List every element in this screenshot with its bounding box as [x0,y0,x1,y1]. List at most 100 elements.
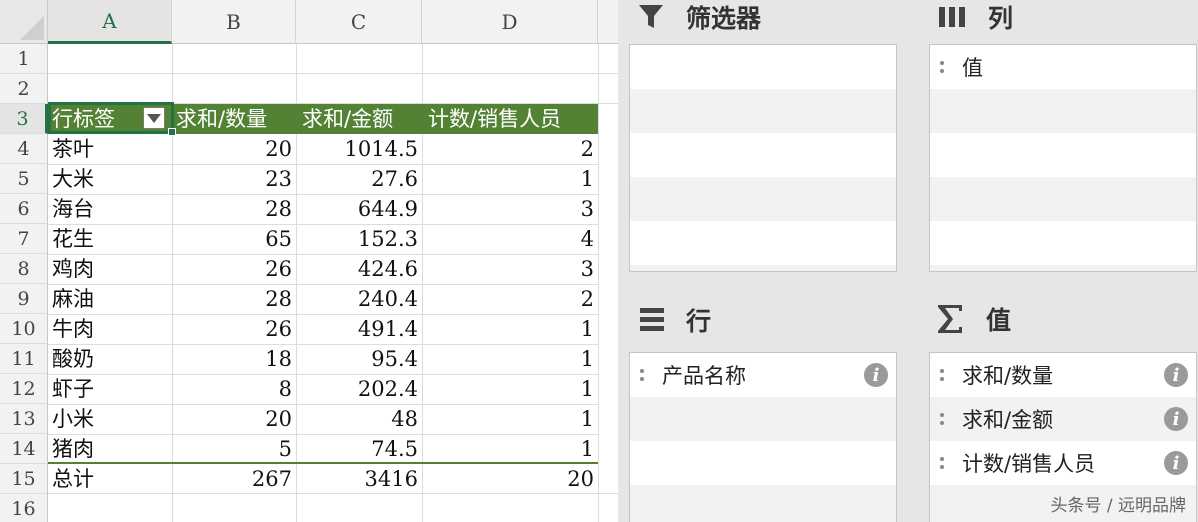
table-row[interactable]: 花生 65 152.3 4 [48,224,618,254]
count-salesperson[interactable]: 1 [422,404,594,434]
sum-amount[interactable]: 240.4 [296,284,418,314]
grand-total-qty[interactable]: 267 [172,464,292,494]
grand-total-count[interactable]: 20 [422,464,594,494]
sum-qty[interactable]: 65 [172,224,292,254]
pivot-header-sum-qty[interactable]: 求和/数量 [176,104,306,134]
count-salesperson[interactable]: 1 [422,434,594,464]
sum-amount[interactable]: 95.4 [296,344,418,374]
product-name[interactable]: 海台 [52,194,172,224]
sum-qty[interactable]: 8 [172,374,292,404]
sum-qty[interactable]: 20 [172,134,292,164]
table-row[interactable]: 海台 28 644.9 3 [48,194,618,224]
sum-amount[interactable]: 74.5 [296,434,418,464]
values-field-sum-amount[interactable]: 求和/金额 i [930,397,1196,441]
row-header-16[interactable]: 16 [0,494,48,522]
product-name[interactable]: 大米 [52,164,172,194]
column-header-e[interactable] [598,0,618,44]
row-header-10[interactable]: 10 [0,314,48,344]
row-label-filter-dropdown[interactable] [143,107,165,129]
column-header-c[interactable]: C [296,0,422,44]
count-salesperson[interactable]: 1 [422,344,594,374]
count-salesperson[interactable]: 2 [422,284,594,314]
sum-amount[interactable]: 644.9 [296,194,418,224]
drag-handle-icon[interactable] [940,61,946,73]
sum-amount[interactable]: 202.4 [296,374,418,404]
rows-field-product-name[interactable]: 产品名称 i [630,353,896,397]
row-header-4[interactable]: 4 [0,134,48,164]
product-name[interactable]: 花生 [52,224,172,254]
table-row[interactable]: 茶叶 20 1014.5 2 [48,134,618,164]
table-row[interactable]: 虾子 8 202.4 1 [48,374,618,404]
product-name[interactable]: 牛肉 [52,314,172,344]
table-row[interactable]: 鸡肉 26 424.6 3 [48,254,618,284]
info-icon[interactable]: i [1164,407,1188,431]
sum-amount[interactable]: 1014.5 [296,134,418,164]
row-header-8[interactable]: 8 [0,254,48,284]
columns-drop-zone[interactable]: 值 [929,44,1197,272]
table-row[interactable]: 猪肉 5 74.5 1 [48,434,618,464]
count-salesperson[interactable]: 2 [422,134,594,164]
row-header-15[interactable]: 15 [0,464,48,494]
drag-handle-icon[interactable] [940,413,946,425]
column-header-a[interactable]: A [48,0,172,44]
row-header-14[interactable]: 14 [0,434,48,464]
drag-handle-icon[interactable] [940,369,946,381]
product-name[interactable]: 虾子 [52,374,172,404]
count-salesperson[interactable]: 1 [422,164,594,194]
sum-qty[interactable]: 28 [172,284,292,314]
table-row[interactable]: 牛肉 26 491.4 1 [48,314,618,344]
pivot-header-sum-amount[interactable]: 求和/金额 [302,104,426,134]
count-salesperson[interactable]: 3 [422,254,594,284]
info-icon[interactable]: i [1164,363,1188,387]
sum-qty[interactable]: 26 [172,314,292,344]
values-field-sum-qty[interactable]: 求和/数量 i [930,353,1196,397]
product-name[interactable]: 麻油 [52,284,172,314]
pivot-header-count-salesperson[interactable]: 计数/销售人员 [428,104,598,134]
count-salesperson[interactable]: 4 [422,224,594,254]
sum-qty[interactable]: 28 [172,194,292,224]
sum-qty[interactable]: 5 [172,434,292,464]
table-row[interactable]: 麻油 28 240.4 2 [48,284,618,314]
product-name[interactable]: 鸡肉 [52,254,172,284]
row-header-12[interactable]: 12 [0,374,48,404]
product-name[interactable]: 猪肉 [52,434,172,464]
row-header-2[interactable]: 2 [0,74,48,104]
sum-amount[interactable]: 424.6 [296,254,418,284]
row-header-7[interactable]: 7 [0,224,48,254]
row-header-13[interactable]: 13 [0,404,48,434]
sum-qty[interactable]: 20 [172,404,292,434]
select-all-corner[interactable] [0,0,48,44]
row-header-3[interactable]: 3 [0,104,48,134]
column-header-d[interactable]: D [422,0,598,44]
row-header-1[interactable]: 1 [0,44,48,74]
grand-total-label[interactable]: 总计 [52,464,172,494]
sum-amount[interactable]: 48 [296,404,418,434]
drag-handle-icon[interactable] [640,369,646,381]
info-icon[interactable]: i [864,363,888,387]
row-header-9[interactable]: 9 [0,284,48,314]
values-field-count-salesperson[interactable]: 计数/销售人员 i [930,441,1196,485]
info-icon[interactable]: i [1164,451,1188,475]
count-salesperson[interactable]: 1 [422,374,594,404]
grand-total-row[interactable]: 总计 267 3416 20 [48,464,618,494]
sum-amount[interactable]: 491.4 [296,314,418,344]
row-header-5[interactable]: 5 [0,164,48,194]
count-salesperson[interactable]: 3 [422,194,594,224]
sum-amount[interactable]: 27.6 [296,164,418,194]
sum-qty[interactable]: 18 [172,344,292,374]
count-salesperson[interactable]: 1 [422,314,594,344]
sum-qty[interactable]: 26 [172,254,292,284]
product-name[interactable]: 茶叶 [52,134,172,164]
column-header-b[interactable]: B [172,0,296,44]
sum-qty[interactable]: 23 [172,164,292,194]
product-name[interactable]: 酸奶 [52,344,172,374]
table-row[interactable]: 大米 23 27.6 1 [48,164,618,194]
rows-drop-zone[interactable]: 产品名称 i [629,352,897,522]
grand-total-amount[interactable]: 3416 [296,464,418,494]
product-name[interactable]: 小米 [52,404,172,434]
row-header-6[interactable]: 6 [0,194,48,224]
table-row[interactable]: 酸奶 18 95.4 1 [48,344,618,374]
table-row[interactable]: 小米 20 48 1 [48,404,618,434]
row-header-11[interactable]: 11 [0,344,48,374]
columns-field-values[interactable]: 值 [930,45,1196,89]
